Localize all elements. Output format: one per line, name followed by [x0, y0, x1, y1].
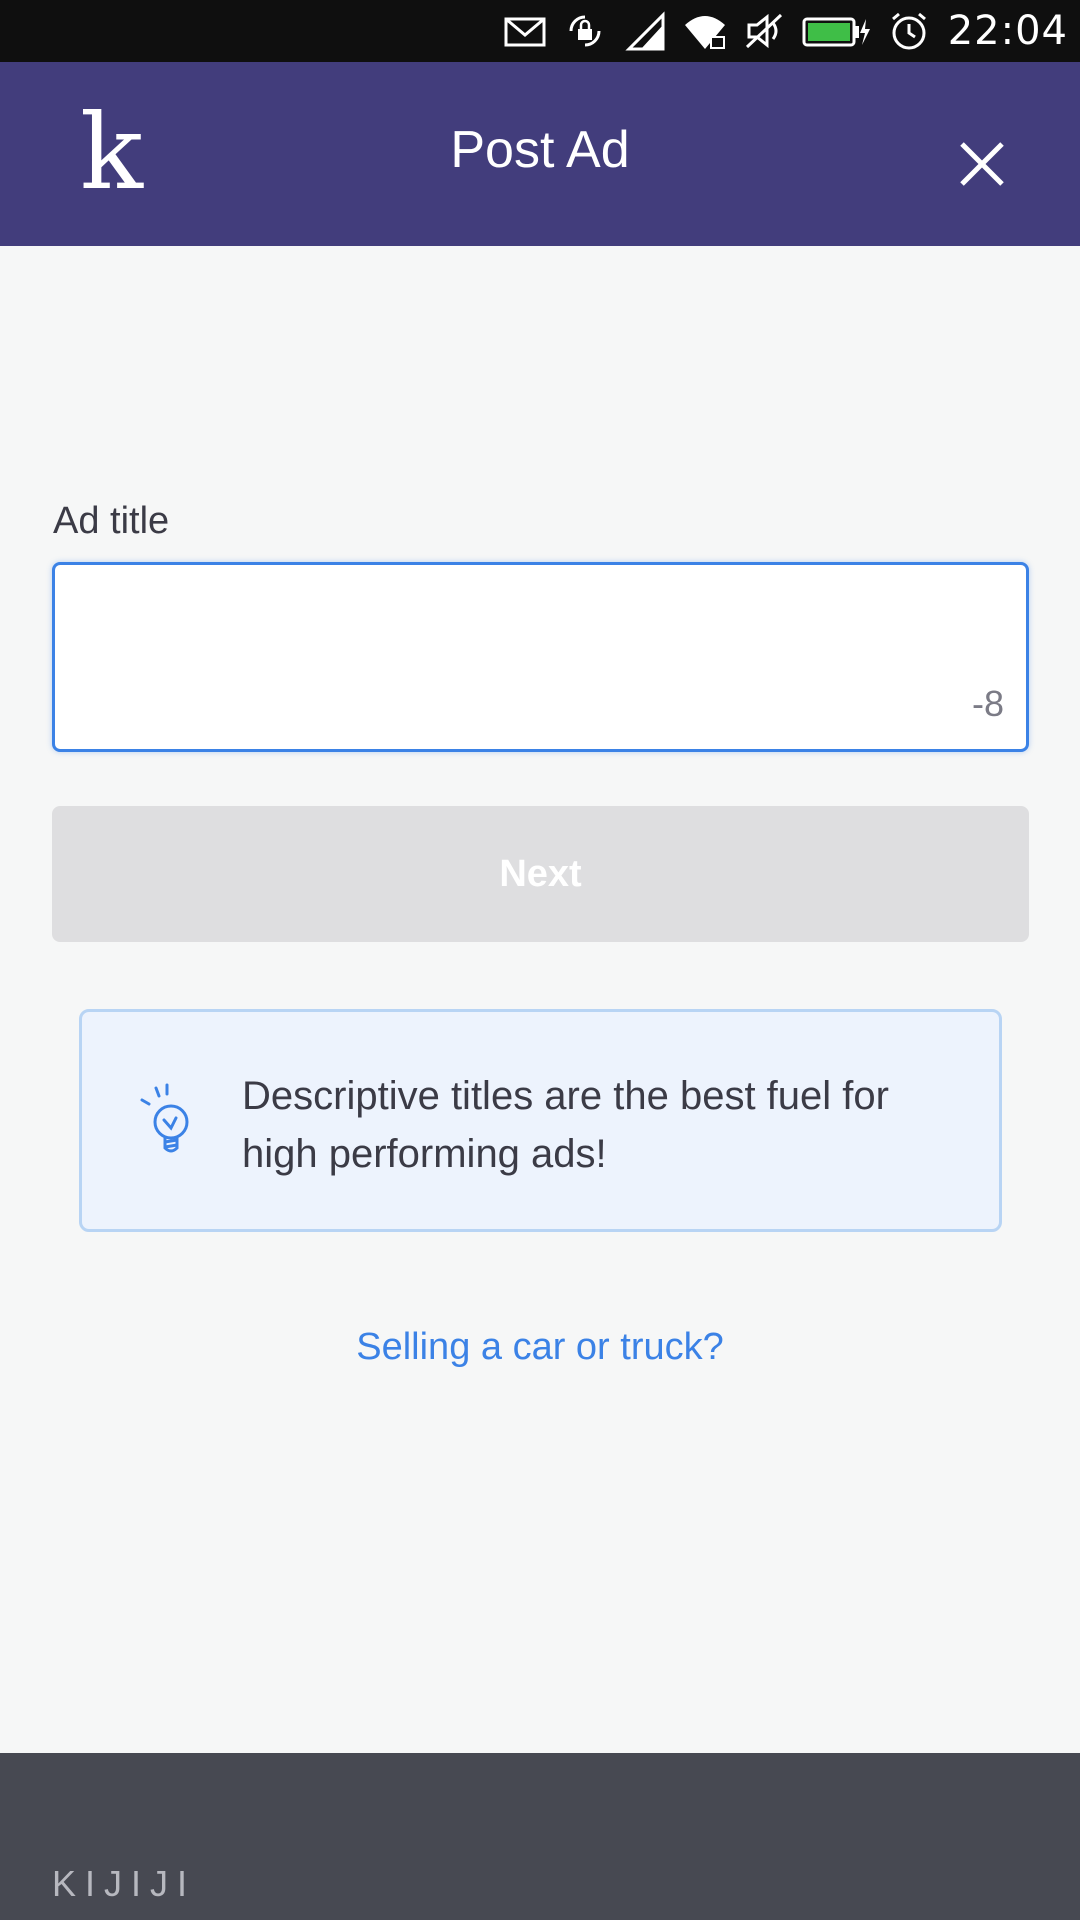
screen-rotation-lock-icon	[562, 11, 608, 51]
page-title: Post Ad	[450, 121, 630, 179]
ad-title-field-wrapper: -8	[52, 562, 1029, 752]
selling-car-link[interactable]: Selling a car or truck?	[0, 1326, 1080, 1369]
status-bar: 22:04	[0, 0, 1080, 62]
app-bar: k Post Ad	[0, 62, 1080, 246]
cell-signal-icon	[622, 11, 668, 51]
battery-charging-icon	[802, 11, 872, 51]
ad-title-input[interactable]	[55, 565, 1026, 749]
footer: KIJIJI	[0, 1753, 1080, 1920]
lightbulb-icon	[140, 1083, 189, 1153]
close-icon	[960, 142, 1004, 186]
footer-brand: KIJIJI	[52, 1863, 197, 1904]
tip-box: Descriptive titles are the best fuel for…	[79, 1009, 1002, 1232]
character-counter: -8	[971, 683, 1004, 724]
tip-text: Descriptive titles are the best fuel for…	[242, 1074, 889, 1176]
status-time: 22:04	[947, 8, 1068, 54]
close-button[interactable]	[950, 132, 1014, 196]
alarm-icon	[886, 11, 932, 51]
next-button[interactable]: Next	[52, 806, 1029, 942]
mail-icon	[502, 11, 548, 51]
mute-icon	[742, 11, 788, 51]
ad-title-label: Ad title	[53, 500, 170, 542]
wifi-icon	[682, 11, 728, 51]
